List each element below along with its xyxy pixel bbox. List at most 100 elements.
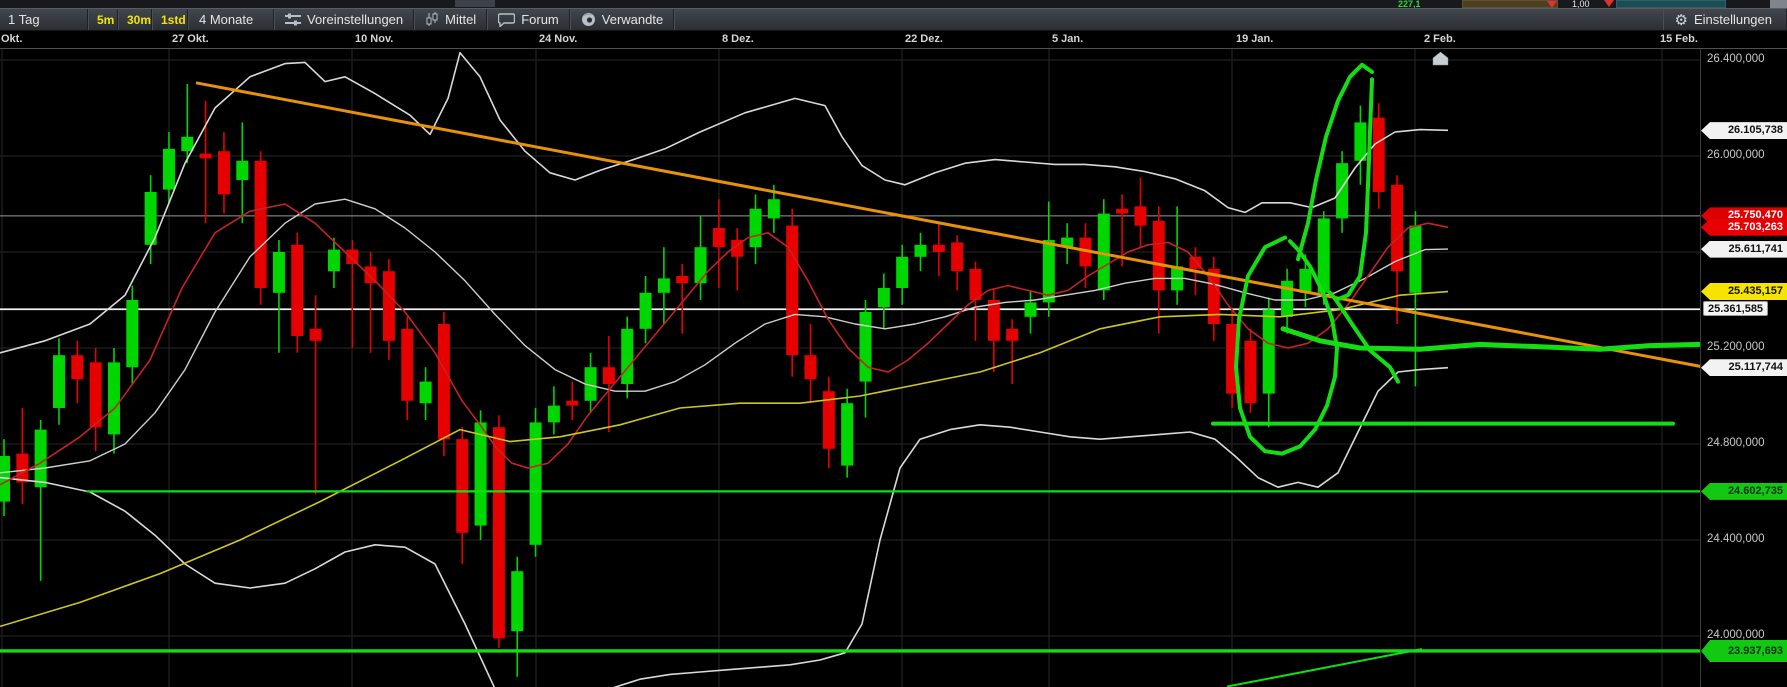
candle-body (1354, 122, 1366, 160)
price-tag: 25.703,263 (1701, 219, 1787, 236)
candle-body (291, 245, 303, 336)
candle-body (658, 278, 670, 292)
candle-body (16, 454, 28, 483)
price-tag-boxed: 25.361,585 (1703, 301, 1768, 316)
toolbar-item-label: Forum (521, 12, 559, 27)
toolbar-item-label: 1 Tag (8, 12, 40, 27)
candle-body (255, 161, 267, 288)
candle-body (181, 137, 193, 151)
candles-icon (425, 12, 439, 27)
candle-body (420, 382, 432, 404)
candle-body (768, 199, 780, 218)
candle-body (988, 300, 1000, 341)
candle-body (126, 300, 138, 367)
dropdown-fragment-left[interactable] (1462, 0, 1558, 8)
candle-body (841, 403, 853, 465)
price-tag: 25.117,744 (1701, 359, 1787, 376)
toolbar-item-4-monate[interactable]: 4 Monate (188, 9, 274, 30)
quote-fragment: 227,1 (1398, 0, 1421, 8)
candle-body (969, 269, 981, 300)
date-label: 15 Feb. (1660, 33, 1698, 45)
candle-body (951, 242, 963, 271)
price-tag: 23.937,693 (1701, 640, 1787, 662)
candle-body (530, 422, 542, 544)
toolbar-item-label: 4 Monate (199, 12, 253, 27)
candle-body (1024, 302, 1036, 316)
candle-body (786, 226, 798, 356)
chart-canvas[interactable] (0, 49, 1700, 687)
candle-body (1006, 329, 1018, 341)
candle-body (1263, 310, 1275, 394)
candle-body (1391, 185, 1403, 271)
candle-body (71, 355, 83, 379)
converging-line (1228, 649, 1421, 686)
trading-app-window: 227,1 1,00 1 Tag 5m 30m1std 4 Monate Voreins… (0, 0, 1787, 687)
candle-body (805, 355, 817, 379)
candle-body (603, 367, 615, 384)
gear-icon: ⚙ (1674, 11, 1687, 29)
top-notch (455, 0, 495, 7)
value-fragment: 1,00 (1572, 0, 1590, 8)
price-label: 24.000,000 (1707, 629, 1765, 641)
toolbar-item-label: Mittel (445, 12, 476, 27)
toolbar-item-1-tag[interactable]: 1 Tag (0, 9, 88, 30)
price-axis[interactable]: 26.400,00026.000,00025.200,00024.800,000… (1700, 49, 1787, 687)
candle-body (1244, 341, 1256, 403)
toolbar-item-30m[interactable]: 30m (118, 9, 152, 30)
candle-body (548, 406, 560, 423)
candle-body (511, 571, 523, 631)
toolbar-item-1std[interactable]: 1std (152, 9, 188, 30)
candle-body (493, 427, 505, 638)
latest-marker[interactable] (1433, 52, 1448, 65)
settings-button[interactable]: ⚙ Einstellungen (1663, 9, 1787, 30)
candle-body (1299, 269, 1311, 293)
candle-body (933, 245, 945, 252)
candle-body (475, 422, 487, 525)
toolbar-item-5m[interactable]: 5m (88, 9, 118, 30)
price-label: 26.000,000 (1707, 149, 1765, 161)
candle-body (878, 288, 890, 307)
candle-body (53, 355, 65, 408)
toolbar-item-verwandte[interactable]: Verwandte (570, 9, 674, 30)
toolbar-item-forum[interactable]: Forum (487, 9, 570, 30)
candle-body (35, 430, 47, 488)
candle-body (273, 252, 285, 293)
dropdown-arrow-icon (1547, 1, 1557, 8)
top-strip: 227,1 1,00 (0, 0, 1787, 8)
candle-body (915, 245, 927, 257)
candle-body (676, 276, 688, 283)
price-label: 24.400,000 (1707, 533, 1765, 545)
candle-body (860, 312, 872, 382)
candle-body (1043, 240, 1055, 302)
price-tag: 24.602,735 (1701, 483, 1787, 500)
candle-body (218, 151, 230, 194)
drawn-tail (1336, 300, 1398, 382)
date-label: 2 Feb. (1424, 33, 1456, 45)
settings-label: Einstellungen (1694, 12, 1772, 27)
drawn-hstroke (1283, 329, 1700, 349)
toolbar-item-mittel[interactable]: Mittel (414, 9, 487, 30)
date-axis[interactable]: Okt.27 Okt.10 Nov.24 Nov.8 Dez.22 Dez.5 … (0, 31, 1787, 49)
price-tag: 25.611,741 (1701, 241, 1787, 258)
dropdown-arrow-icon (1604, 0, 1614, 7)
candle-body (1373, 118, 1385, 192)
date-label: 5 Jan. (1052, 33, 1083, 45)
dropdown-fragment-right[interactable] (1616, 0, 1726, 8)
sliders-icon (285, 13, 301, 27)
candle-body (236, 161, 248, 180)
candle-body (713, 228, 725, 247)
toolbar-item-voreinstellungen[interactable]: Voreinstellungen (274, 9, 414, 30)
candle-body (1409, 226, 1421, 293)
candle-body (1153, 221, 1165, 291)
candle-body (200, 154, 212, 159)
candle-body (621, 329, 633, 384)
candle-body (346, 250, 358, 264)
candle-body (383, 271, 395, 341)
date-label: 22 Dez. (905, 33, 943, 45)
date-label: 10 Nov. (355, 33, 393, 45)
eye-icon (581, 12, 596, 27)
price-label: 25.200,000 (1707, 341, 1765, 353)
candle-body (1134, 206, 1146, 225)
candle-body (896, 257, 908, 288)
toolbar-item-label: 5m (97, 13, 114, 27)
